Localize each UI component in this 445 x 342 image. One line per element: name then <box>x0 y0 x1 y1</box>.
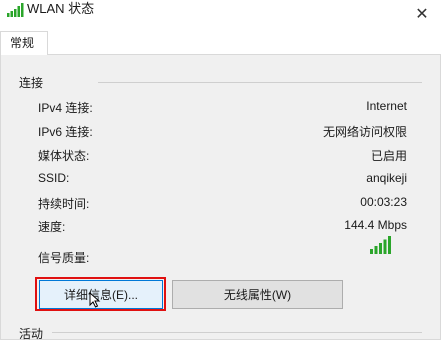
ipv6-label: IPv6 连接: <box>38 125 93 139</box>
connection-divider <box>98 82 422 83</box>
activity-group-label: 活动 <box>19 327 44 341</box>
duration-value: 00:03:23 <box>360 195 407 209</box>
speed-value: 144.4 Mbps <box>344 218 407 232</box>
wifi-signal-icon <box>7 3 24 17</box>
speed-label: 速度: <box>38 220 66 234</box>
ssid-value: anqikeji <box>366 171 407 185</box>
duration-label: 持续时间: <box>38 197 90 211</box>
wireless-properties-button[interactable]: 无线属性(W) <box>172 280 343 309</box>
media-state-value: 已启用 <box>370 149 407 163</box>
tab-general[interactable]: 常规 <box>0 31 48 55</box>
ipv4-label: IPv4 连接: <box>38 101 93 115</box>
ipv4-value: Internet <box>366 99 407 113</box>
wireless-properties-label: 无线属性(W) <box>223 288 292 302</box>
title-bar: WLAN 状态 ✕ <box>0 0 445 28</box>
ipv6-value: 无网络访问权限 <box>322 125 407 139</box>
signal-quality-label: 信号质量: <box>38 251 90 265</box>
media-state-label: 媒体状态: <box>38 149 90 163</box>
tab-label: 常规 <box>10 36 35 50</box>
window-title: WLAN 状态 <box>27 1 95 16</box>
close-button[interactable]: ✕ <box>399 0 445 28</box>
connection-group-label: 连接 <box>19 76 44 90</box>
close-icon: ✕ <box>415 6 429 23</box>
signal-quality-icon <box>370 236 391 254</box>
ssid-label: SSID: <box>38 171 70 185</box>
activity-divider <box>52 332 422 333</box>
mouse-pointer-icon <box>89 292 101 308</box>
